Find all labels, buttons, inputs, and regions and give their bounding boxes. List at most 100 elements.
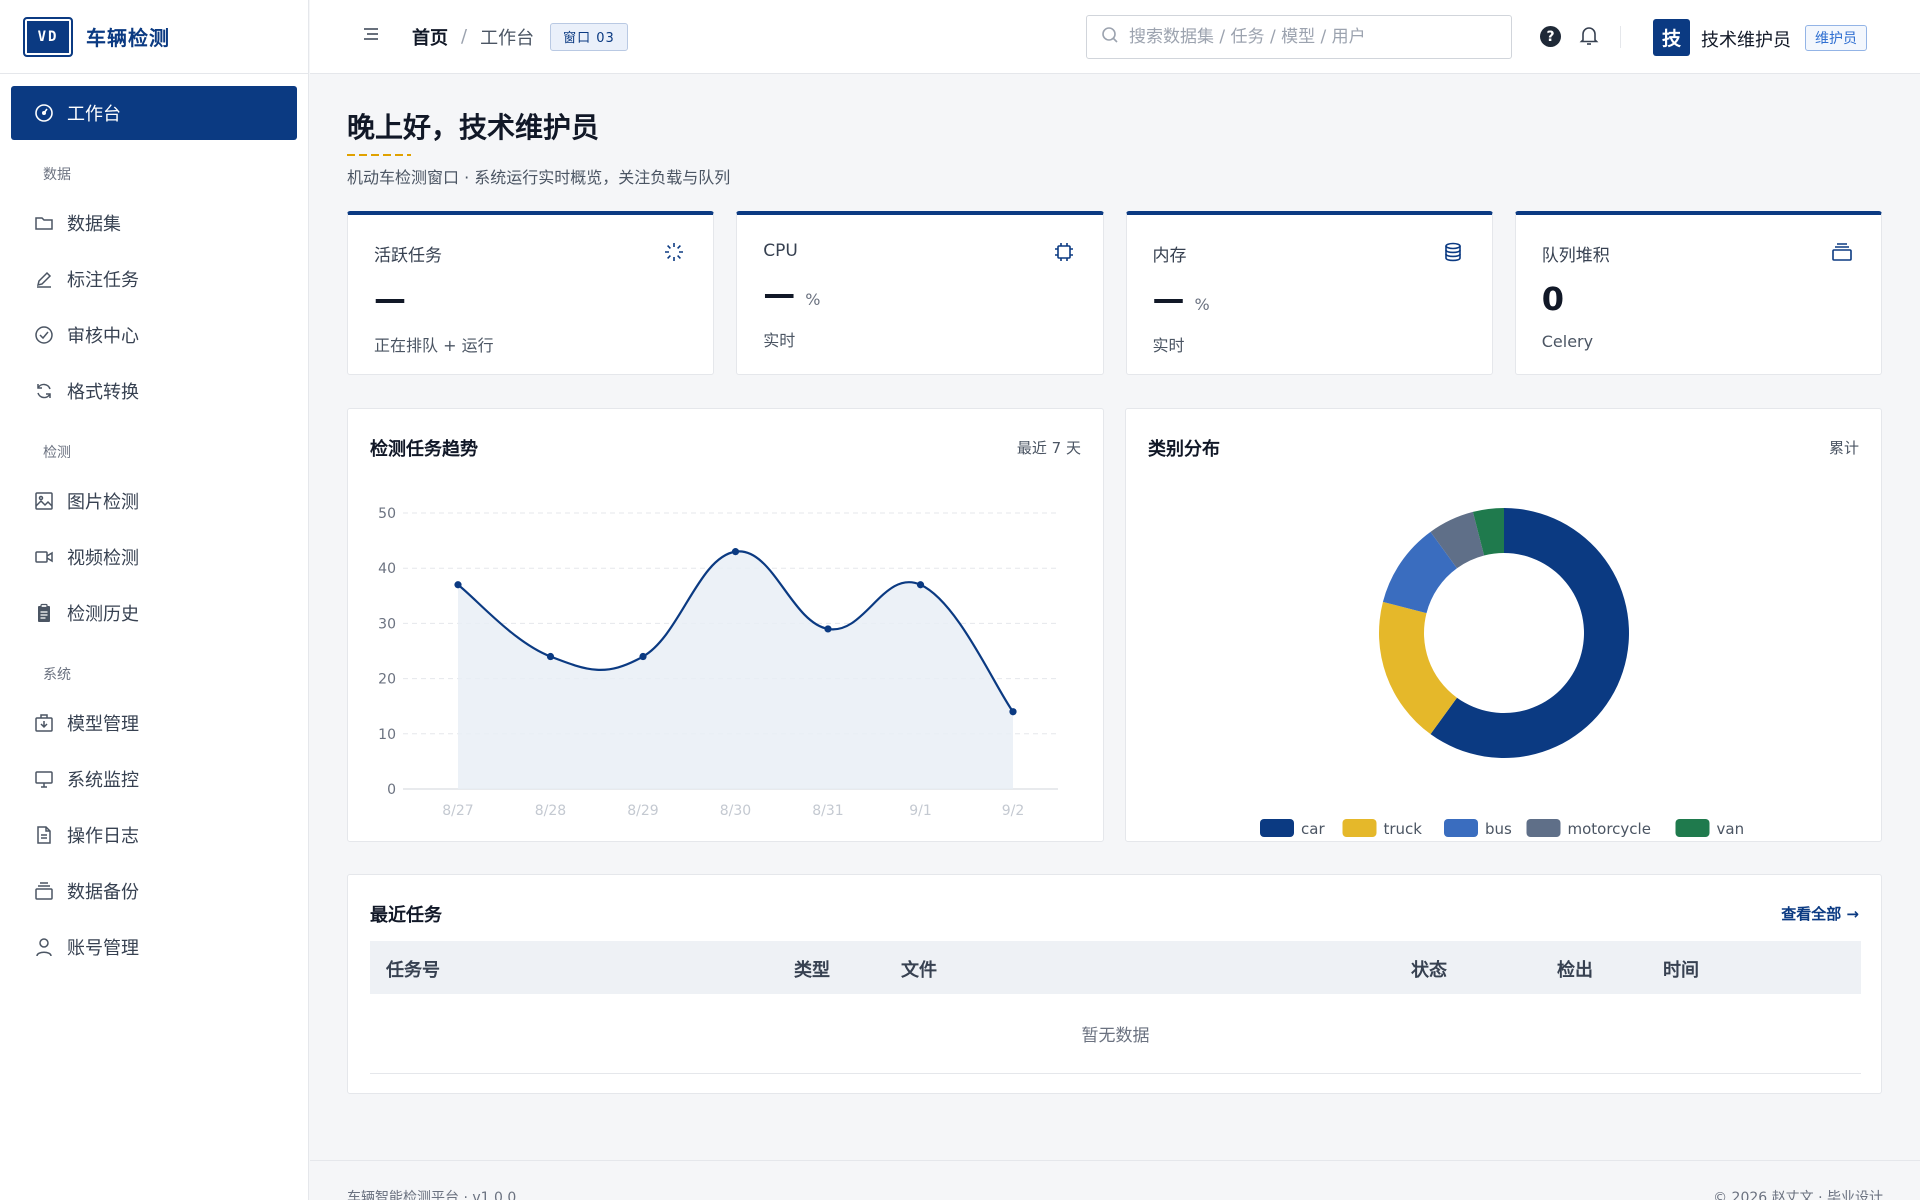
- column-header-type[interactable]: 类型: [794, 956, 830, 982]
- column-header-file[interactable]: 文件: [901, 956, 937, 982]
- sidebar-nav: 工作台 数据 数据集 标注任务 审核中心 格式转换 检测 图片检测 视频检测 检…: [0, 74, 308, 988]
- column-header-status[interactable]: 状态: [1411, 956, 1447, 982]
- brand-name: 车辆检测: [86, 26, 170, 50]
- sidebar-item-label: 格式转换: [67, 382, 139, 403]
- panel-title: 最近任务: [370, 905, 442, 926]
- trend-point: [916, 581, 925, 589]
- sidebar-item-label: 账号管理: [67, 938, 139, 959]
- sidebar-item-label: 标注任务: [67, 270, 139, 291]
- avatar[interactable]: 技: [1653, 19, 1690, 56]
- help-icon[interactable]: ?: [1540, 26, 1561, 47]
- dashboard-gauge-icon: [33, 102, 55, 124]
- table-header: 任务号 类型 文件 状态 检出 时间: [370, 941, 1861, 994]
- empty-state: 暂无数据: [370, 994, 1861, 1074]
- sidebar-item-annotation[interactable]: 标注任务: [11, 252, 297, 306]
- notification-bell-icon[interactable]: [1578, 24, 1602, 48]
- page-subtitle: 机动车检测窗口 · 系统运行实时概览，关注负载与队列: [347, 168, 731, 187]
- sidebar-item-system-monitor[interactable]: 系统监控: [11, 752, 297, 806]
- panel-range[interactable]: 最近 7 天: [1017, 437, 1081, 458]
- main-content: 晚上好，技术维护员 机动车检测窗口 · 系统运行实时概览，关注负载与队列 活跃任…: [347, 74, 1882, 1094]
- layers-icon: [1831, 241, 1855, 265]
- search-input[interactable]: [1129, 27, 1489, 47]
- folder-icon: [33, 212, 55, 234]
- pen-icon: [33, 268, 55, 290]
- legend-label: car: [1301, 820, 1325, 838]
- x-tick-label: 8/29: [627, 803, 658, 819]
- stat-card-cpu: CPU —% 实时: [736, 211, 1104, 375]
- nav-group-title: 数据: [43, 167, 71, 183]
- sidebar-item-label: 视频检测: [67, 548, 139, 569]
- breadcrumb-separator: /: [461, 26, 468, 47]
- y-tick-label: 20: [378, 672, 396, 688]
- stat-foot: 正在排队 + 运行: [374, 336, 494, 355]
- x-tick-label: 8/28: [535, 803, 566, 819]
- sidebar-item-label: 图片检测: [67, 492, 139, 513]
- sidebar-item-review[interactable]: 审核中心: [11, 308, 297, 362]
- sidebar-item-format-convert[interactable]: 格式转换: [11, 364, 297, 418]
- column-header-task-id[interactable]: 任务号: [386, 956, 440, 982]
- stat-number: 0: [1541, 280, 1565, 318]
- sidebar-item-label: 数据备份: [67, 882, 139, 903]
- sidebar-item-label: 系统监控: [67, 770, 139, 791]
- stat-unit: %: [1194, 295, 1210, 314]
- column-header-detected[interactable]: 检出: [1557, 956, 1593, 982]
- sidebar-item-workbench[interactable]: 工作台: [11, 86, 297, 140]
- sidebar-item-video-detect[interactable]: 视频检测: [11, 530, 297, 584]
- footer-version: 车辆智能检测平台 · v1.0.0: [347, 1190, 517, 1200]
- archive-icon: [33, 880, 55, 902]
- video-camera-icon: [33, 546, 55, 568]
- title-underline: [347, 154, 411, 156]
- trend-point: [1009, 708, 1017, 716]
- image-icon: [33, 490, 55, 512]
- loader-icon: [663, 241, 687, 265]
- view-all-link[interactable]: 查看全部 →: [1781, 903, 1859, 924]
- global-search[interactable]: [1086, 15, 1512, 59]
- user-name[interactable]: 技术维护员: [1701, 26, 1791, 52]
- breadcrumb-home[interactable]: 首页: [412, 24, 448, 50]
- stat-value: —: [374, 280, 687, 320]
- sidebar-item-datasets[interactable]: 数据集: [11, 196, 297, 250]
- stat-label: 队列堆积: [1541, 246, 1610, 266]
- sidebar-item-image-detect[interactable]: 图片检测: [11, 474, 297, 528]
- stat-value: —%: [763, 275, 1076, 315]
- legend-label: van: [1717, 820, 1745, 838]
- page-footer: 车辆智能检测平台 · v1.0.0 © 2026 赵丈文 · 毕业设计: [310, 1160, 1920, 1200]
- trend-point: [731, 548, 740, 556]
- trend-point: [454, 581, 462, 589]
- y-tick-label: 40: [378, 561, 396, 577]
- header-divider: [1620, 26, 1621, 48]
- stat-number: —: [763, 275, 796, 313]
- top-header: 首页 / 工作台 窗口 03 ? 技 技术维护员 维护员: [310, 0, 1920, 74]
- sidebar-item-data-backup[interactable]: 数据备份: [11, 864, 297, 918]
- sidebar-item-label: 审核中心: [67, 326, 139, 347]
- nav-group-title: 检测: [43, 445, 71, 461]
- check-circle-icon: [33, 324, 55, 346]
- y-tick-label: 50: [378, 506, 396, 522]
- sidebar-item-model-manage[interactable]: 模型管理: [11, 696, 297, 750]
- sidebar-item-operation-log[interactable]: 操作日志: [11, 808, 297, 862]
- legend-swatch: [1342, 819, 1377, 837]
- legend-label: motorcycle: [1568, 820, 1651, 838]
- legend-label: bus: [1485, 820, 1512, 838]
- trend-point: [639, 652, 647, 661]
- sidebar-item-label: 数据集: [67, 214, 121, 235]
- x-tick-label: 9/2: [1002, 803, 1025, 819]
- stat-label: 内存: [1152, 246, 1187, 266]
- trend-area: [458, 551, 1013, 789]
- panel-title: 检测任务趋势: [370, 439, 478, 460]
- brand[interactable]: VD 车辆检测: [0, 0, 308, 74]
- stat-foot: Celery: [1541, 332, 1594, 351]
- stat-label: CPU: [763, 241, 798, 261]
- panel-range: 累计: [1828, 439, 1859, 457]
- refresh-icon: [33, 380, 55, 402]
- stat-number: —: [1152, 280, 1185, 318]
- sidebar-item-label: 检测历史: [67, 604, 139, 625]
- y-tick-label: 10: [378, 727, 396, 743]
- sidebar-item-account-manage[interactable]: 账号管理: [11, 920, 297, 974]
- x-tick-label: 8/30: [720, 803, 751, 819]
- user-icon: [33, 936, 55, 958]
- category-donut-chart: car truck bus motorcycle van: [1260, 508, 1745, 838]
- column-header-time[interactable]: 时间: [1663, 956, 1699, 982]
- menu-toggle-icon[interactable]: [362, 26, 382, 47]
- sidebar-item-detect-history[interactable]: 检测历史: [11, 586, 297, 640]
